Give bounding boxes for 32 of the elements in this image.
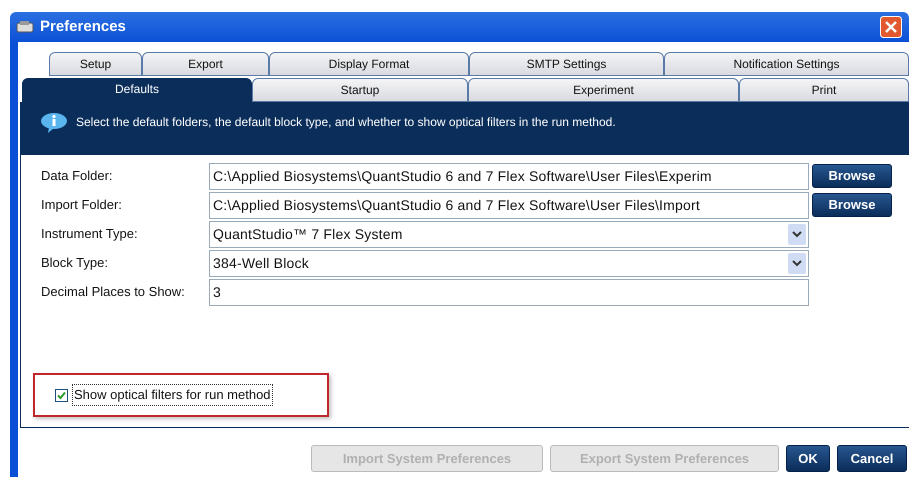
tab[interactable]: Defaults [22,78,252,102]
field-label: Instrument Type: [41,225,139,244]
tab[interactable]: Export [142,52,269,76]
checkbox[interactable] [55,388,68,402]
info-icon [40,112,68,134]
input-field[interactable]: 3 [209,278,809,306]
app-icon [16,20,34,34]
field-label: Block Type: [41,254,109,272]
tab[interactable]: Setup [49,52,142,76]
dropdown[interactable]: QuantStudio™ 7 Flex System [209,220,809,248]
tab[interactable]: Display Format [269,52,469,76]
input-field[interactable]: C:\Applied Biosystems\QuantStudio 6 and 7 Flex Software\User Files\Experim [209,162,809,190]
tab[interactable]: Experiment [468,78,739,102]
window-title: Preferences [40,16,126,37]
input-field[interactable]: C:\Applied Biosystems\QuantStudio 6 and 7 Flex Software\User Files\Import [209,192,809,218]
browse-button[interactable]: Browse [812,164,892,188]
field-label: Import Folder: [41,196,123,214]
tab[interactable]: Notification Settings [664,52,909,76]
checkbox-label[interactable]: Show optical filters for run method [72,384,273,406]
tab[interactable]: Startup [252,78,468,102]
chevron-down-icon[interactable] [788,224,806,244]
info-message: Select the default folders, the default block type, and whether to show optical filters in the run method. [76,114,616,131]
chevron-down-icon[interactable] [788,252,806,274]
field-label: Decimal Places to Show: [41,283,186,302]
tab[interactable]: Print [739,78,909,102]
tab[interactable]: SMTP Settings [469,52,664,76]
dialog-button[interactable]: OK [786,445,830,472]
dialog-button[interactable]: Cancel [837,445,907,472]
field-label: Data Folder: [41,167,114,186]
browse-button[interactable]: Browse [812,193,892,217]
dropdown[interactable]: 384-Well Block [209,250,809,276]
close-icon[interactable] [880,16,902,38]
